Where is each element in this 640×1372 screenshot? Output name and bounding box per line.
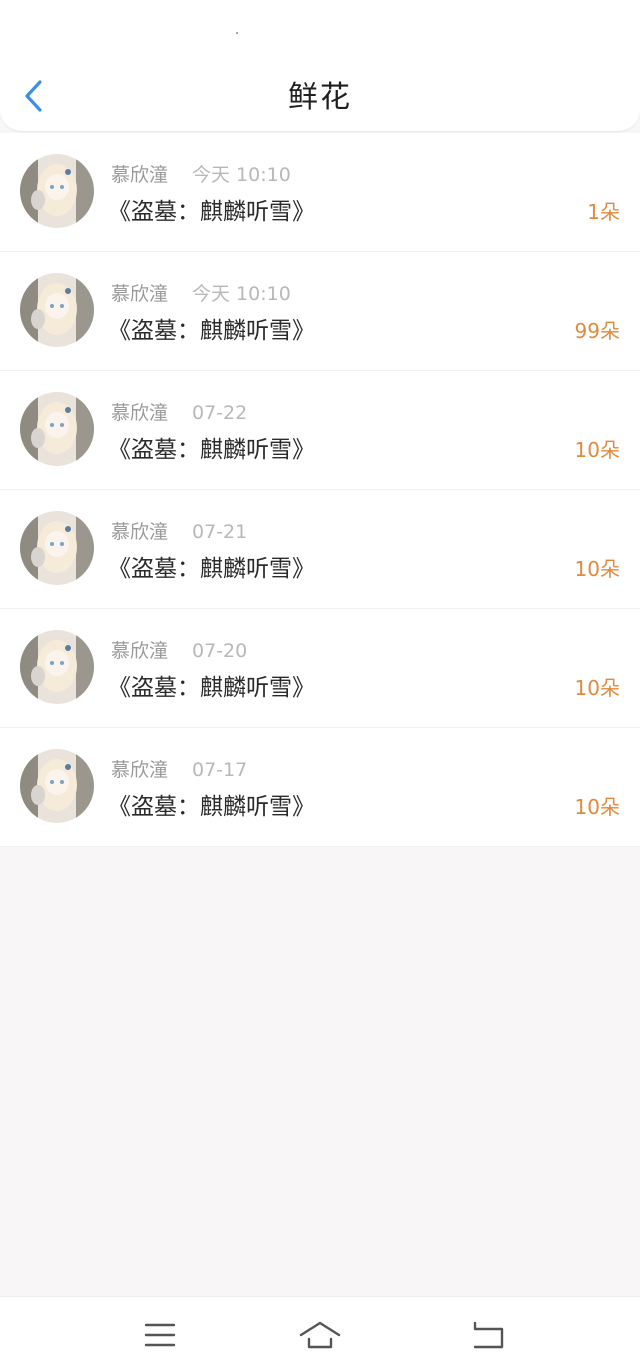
sender-name: 慕欣潼	[111, 402, 169, 424]
avatar[interactable]	[20, 630, 94, 704]
book-title: 《盗墓：麒麟听雪》	[108, 318, 315, 344]
page-title: 鲜花	[288, 80, 352, 115]
send-time: 今天 10:10	[192, 283, 291, 305]
flower-count: 10朵	[574, 557, 620, 581]
sender-name: 慕欣潼	[111, 759, 169, 781]
list-item[interactable]: 慕欣潼 07-21 《盗墓：麒麟听雪》 10朵	[0, 490, 640, 609]
book-title: 《盗墓：麒麟听雪》	[108, 199, 315, 225]
list-item[interactable]: 慕欣潼 07-22 《盗墓：麒麟听雪》 10朵	[0, 371, 640, 490]
avatar[interactable]	[20, 154, 94, 228]
flower-record-list: 慕欣潼 今天 10:10 《盗墓：麒麟听雪》 1朵 慕欣潼 今天 10:10 《…	[0, 133, 640, 847]
send-time: 07-17	[192, 759, 248, 781]
list-item[interactable]: 慕欣潼 07-20 《盗墓：麒麟听雪》 10朵	[0, 609, 640, 728]
send-time: 07-20	[192, 640, 248, 662]
book-title: 《盗墓：麒麟听雪》	[108, 556, 315, 582]
sender-name: 慕欣潼	[111, 640, 169, 662]
app-header: 鲜花	[0, 54, 640, 132]
nav-home-button[interactable]	[298, 1317, 342, 1353]
nav-back-button[interactable]	[466, 1317, 510, 1353]
nav-menu-button[interactable]	[138, 1317, 182, 1353]
list-item[interactable]: 慕欣潼 07-17 《盗墓：麒麟听雪》 10朵	[0, 728, 640, 847]
list-item[interactable]: 慕欣潼 今天 10:10 《盗墓：麒麟听雪》 99朵	[0, 252, 640, 371]
flower-count: 1朵	[587, 200, 620, 224]
sender-name: 慕欣潼	[111, 283, 169, 305]
avatar[interactable]	[20, 273, 94, 347]
flower-count: 10朵	[574, 795, 620, 819]
send-time: 07-21	[192, 521, 248, 543]
sender-name: 慕欣潼	[111, 164, 169, 186]
send-time: 07-22	[192, 402, 248, 424]
back-icon	[473, 1321, 504, 1349]
status-bar	[0, 0, 640, 54]
avatar[interactable]	[20, 392, 94, 466]
home-icon	[299, 1321, 341, 1349]
send-time: 今天 10:10	[192, 164, 291, 186]
system-nav-bar	[0, 1296, 640, 1372]
flower-count: 10朵	[574, 676, 620, 700]
list-item[interactable]: 慕欣潼 今天 10:10 《盗墓：麒麟听雪》 1朵	[0, 133, 640, 252]
status-indicator	[236, 32, 238, 34]
book-title: 《盗墓：麒麟听雪》	[108, 437, 315, 463]
sender-name: 慕欣潼	[111, 521, 169, 543]
flower-count: 10朵	[574, 438, 620, 462]
menu-icon	[144, 1323, 176, 1347]
book-title: 《盗墓：麒麟听雪》	[108, 794, 315, 820]
avatar[interactable]	[20, 511, 94, 585]
avatar[interactable]	[20, 749, 94, 823]
flower-count: 99朵	[574, 319, 620, 343]
book-title: 《盗墓：麒麟听雪》	[108, 675, 315, 701]
